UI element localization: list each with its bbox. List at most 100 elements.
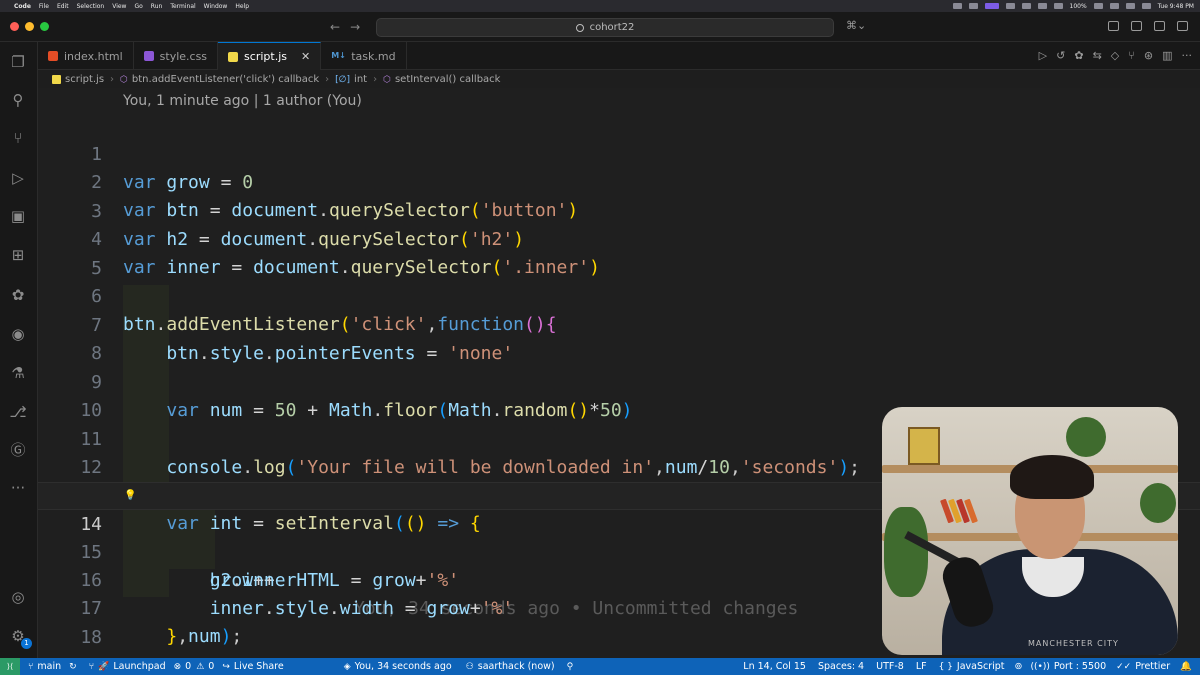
run-debug-icon[interactable]: ▷: [8, 168, 28, 188]
chevron-right-icon: ›: [373, 74, 378, 85]
tab-style-css[interactable]: style.css: [134, 42, 219, 70]
menu-selection[interactable]: Selection: [77, 3, 105, 10]
customize-layout-icon[interactable]: [1177, 21, 1188, 31]
more-actions-icon[interactable]: ···: [1182, 49, 1193, 62]
tray-icon[interactable]: [1021, 3, 1031, 9]
maximize-window-button[interactable]: [40, 22, 49, 31]
prettier-label: Prettier: [1135, 661, 1171, 672]
gitlens-icon[interactable]: Ⓖ: [8, 440, 28, 460]
prettier-item[interactable]: ✓✓ Prettier: [1116, 661, 1170, 672]
menu-view[interactable]: View: [112, 3, 126, 10]
cursor-position[interactable]: Ln 14, Col 15: [743, 661, 806, 672]
git-blame-item[interactable]: ◈ You, 34 seconds ago: [344, 661, 452, 672]
menu-terminal[interactable]: Terminal: [170, 3, 195, 10]
menu-file[interactable]: File: [39, 3, 49, 10]
toggle-secondary-sidebar-icon[interactable]: [1154, 21, 1165, 31]
launchpad-item[interactable]: ⑂ 🚀 Launchpad: [89, 661, 166, 672]
menu-edit[interactable]: Edit: [57, 3, 69, 10]
git-commit-icon: ◈: [343, 661, 351, 672]
breadcrumb-scope[interactable]: setInterval() callback: [395, 74, 501, 85]
tab-task-md[interactable]: M↓ task.md: [321, 42, 407, 70]
menu-window[interactable]: Window: [204, 3, 228, 10]
editor-tab-bar: index.html style.css script.js ✕ M↓ task…: [38, 42, 1200, 70]
live-server-port: Port : 5500: [1053, 661, 1107, 672]
tab-index-html[interactable]: index.html: [38, 42, 134, 70]
sync-item[interactable]: ↻: [69, 662, 81, 672]
notifications-bell-icon[interactable]: 🔔: [1180, 661, 1192, 672]
tray-icon[interactable]: [952, 3, 962, 9]
git-blame-codelens[interactable]: You, 1 minute ago | 1 author (You): [123, 93, 362, 109]
menu-run[interactable]: Run: [151, 3, 163, 10]
control-center-icon[interactable]: [1141, 3, 1151, 9]
testing-icon[interactable]: ⚗: [8, 363, 28, 383]
chevron-right-icon: ›: [325, 74, 330, 85]
screen-record-icon[interactable]: [984, 3, 999, 9]
code-line: 9 var num = 50 + Math.floor(Math.random(…: [38, 341, 1200, 421]
wifi-icon[interactable]: [1109, 3, 1119, 9]
github-icon[interactable]: ◉: [8, 324, 28, 344]
go-to-previous-icon[interactable]: ◇: [1111, 49, 1119, 62]
menu-code[interactable]: Code: [14, 3, 31, 10]
encoding[interactable]: UTF-8: [876, 661, 904, 672]
html-file-icon: [48, 51, 58, 61]
battery-icon[interactable]: [1093, 3, 1103, 9]
tray-icon[interactable]: [968, 3, 978, 9]
code-line: 8: [38, 312, 1200, 364]
minimize-window-button[interactable]: [25, 22, 34, 31]
language-mode[interactable]: { } JavaScript: [939, 661, 1005, 672]
live-share-item[interactable]: ↪ Live Share: [222, 661, 283, 672]
open-changes-icon[interactable]: ⊛: [1144, 49, 1153, 62]
back-arrow-icon[interactable]: ←: [330, 20, 350, 34]
settings-gear-icon[interactable]: ⚙ 1: [8, 626, 32, 649]
forward-arrow-icon[interactable]: →: [350, 20, 370, 34]
toggle-panel-icon[interactable]: [1131, 21, 1142, 31]
more-icon[interactable]: ···: [8, 478, 28, 498]
copilot-status-icon[interactable]: ⊚: [1015, 661, 1023, 672]
menu-help[interactable]: Help: [235, 3, 249, 10]
chatgpt-icon[interactable]: ✿: [8, 285, 28, 305]
run-icon[interactable]: ▷: [1039, 49, 1047, 62]
search-icon[interactable]: ⚲: [8, 90, 28, 110]
bluetooth-icon[interactable]: [1037, 3, 1047, 9]
zoom-item[interactable]: ⚲: [567, 662, 578, 672]
picture-frame: [908, 427, 940, 465]
git-icon[interactable]: ⑂: [1128, 49, 1135, 62]
breadcrumb-scope[interactable]: btn.addEventListener('click') callback: [132, 74, 319, 85]
git-graph-icon[interactable]: ⎇: [8, 402, 28, 422]
account-icon[interactable]: ◎: [8, 587, 28, 607]
lightbulb-icon[interactable]: 💡: [124, 482, 136, 510]
close-tab-icon[interactable]: ✕: [301, 50, 310, 63]
breadcrumb-file[interactable]: script.js: [65, 74, 104, 85]
tray-icon[interactable]: [1005, 3, 1015, 9]
copilot-icon[interactable]: ⌘⌄: [846, 19, 866, 32]
chatgpt-icon[interactable]: ✿: [1074, 49, 1083, 62]
problems-item[interactable]: ⊗ 0 ⚠ 0: [174, 661, 215, 672]
timeline-icon[interactable]: ↺: [1056, 49, 1065, 62]
split-editor-icon[interactable]: ▥: [1162, 49, 1172, 62]
explorer-icon[interactable]: ❐: [8, 52, 28, 72]
menu-bar-clock[interactable]: Tue 9:48 PM: [1158, 3, 1194, 10]
tab-script-js[interactable]: script.js ✕: [218, 42, 322, 70]
command-center-search[interactable]: cohort22: [376, 18, 834, 37]
compare-icon[interactable]: ⇆: [1093, 49, 1102, 62]
breadcrumb-scope[interactable]: int: [354, 74, 367, 85]
extensions-icon[interactable]: ⊞: [8, 245, 28, 265]
end-of-line[interactable]: LF: [916, 661, 927, 672]
toggle-sidebar-icon[interactable]: [1108, 21, 1119, 31]
remote-indicator-icon[interactable]: ⟩⟨: [0, 658, 20, 675]
close-window-button[interactable]: [10, 22, 19, 31]
collaborator-item[interactable]: ⚇ saarthack (now): [466, 661, 555, 672]
tab-label: index.html: [64, 49, 123, 63]
branch-item[interactable]: ⑂ main: [28, 661, 61, 672]
error-icon: ⊗: [173, 661, 182, 672]
volume-icon[interactable]: [1053, 3, 1063, 9]
menu-go[interactable]: Go: [134, 3, 142, 10]
live-server-item[interactable]: ((•)) Port : 5500: [1031, 661, 1107, 672]
remote-explorer-icon[interactable]: ▣: [8, 206, 28, 226]
source-control-icon[interactable]: ⑂: [8, 128, 28, 148]
tab-label: script.js: [244, 50, 287, 63]
search-icon[interactable]: [1125, 3, 1135, 9]
tab-label: style.css: [159, 49, 208, 63]
branch-name: main: [37, 661, 62, 672]
indentation[interactable]: Spaces: 4: [818, 661, 864, 672]
